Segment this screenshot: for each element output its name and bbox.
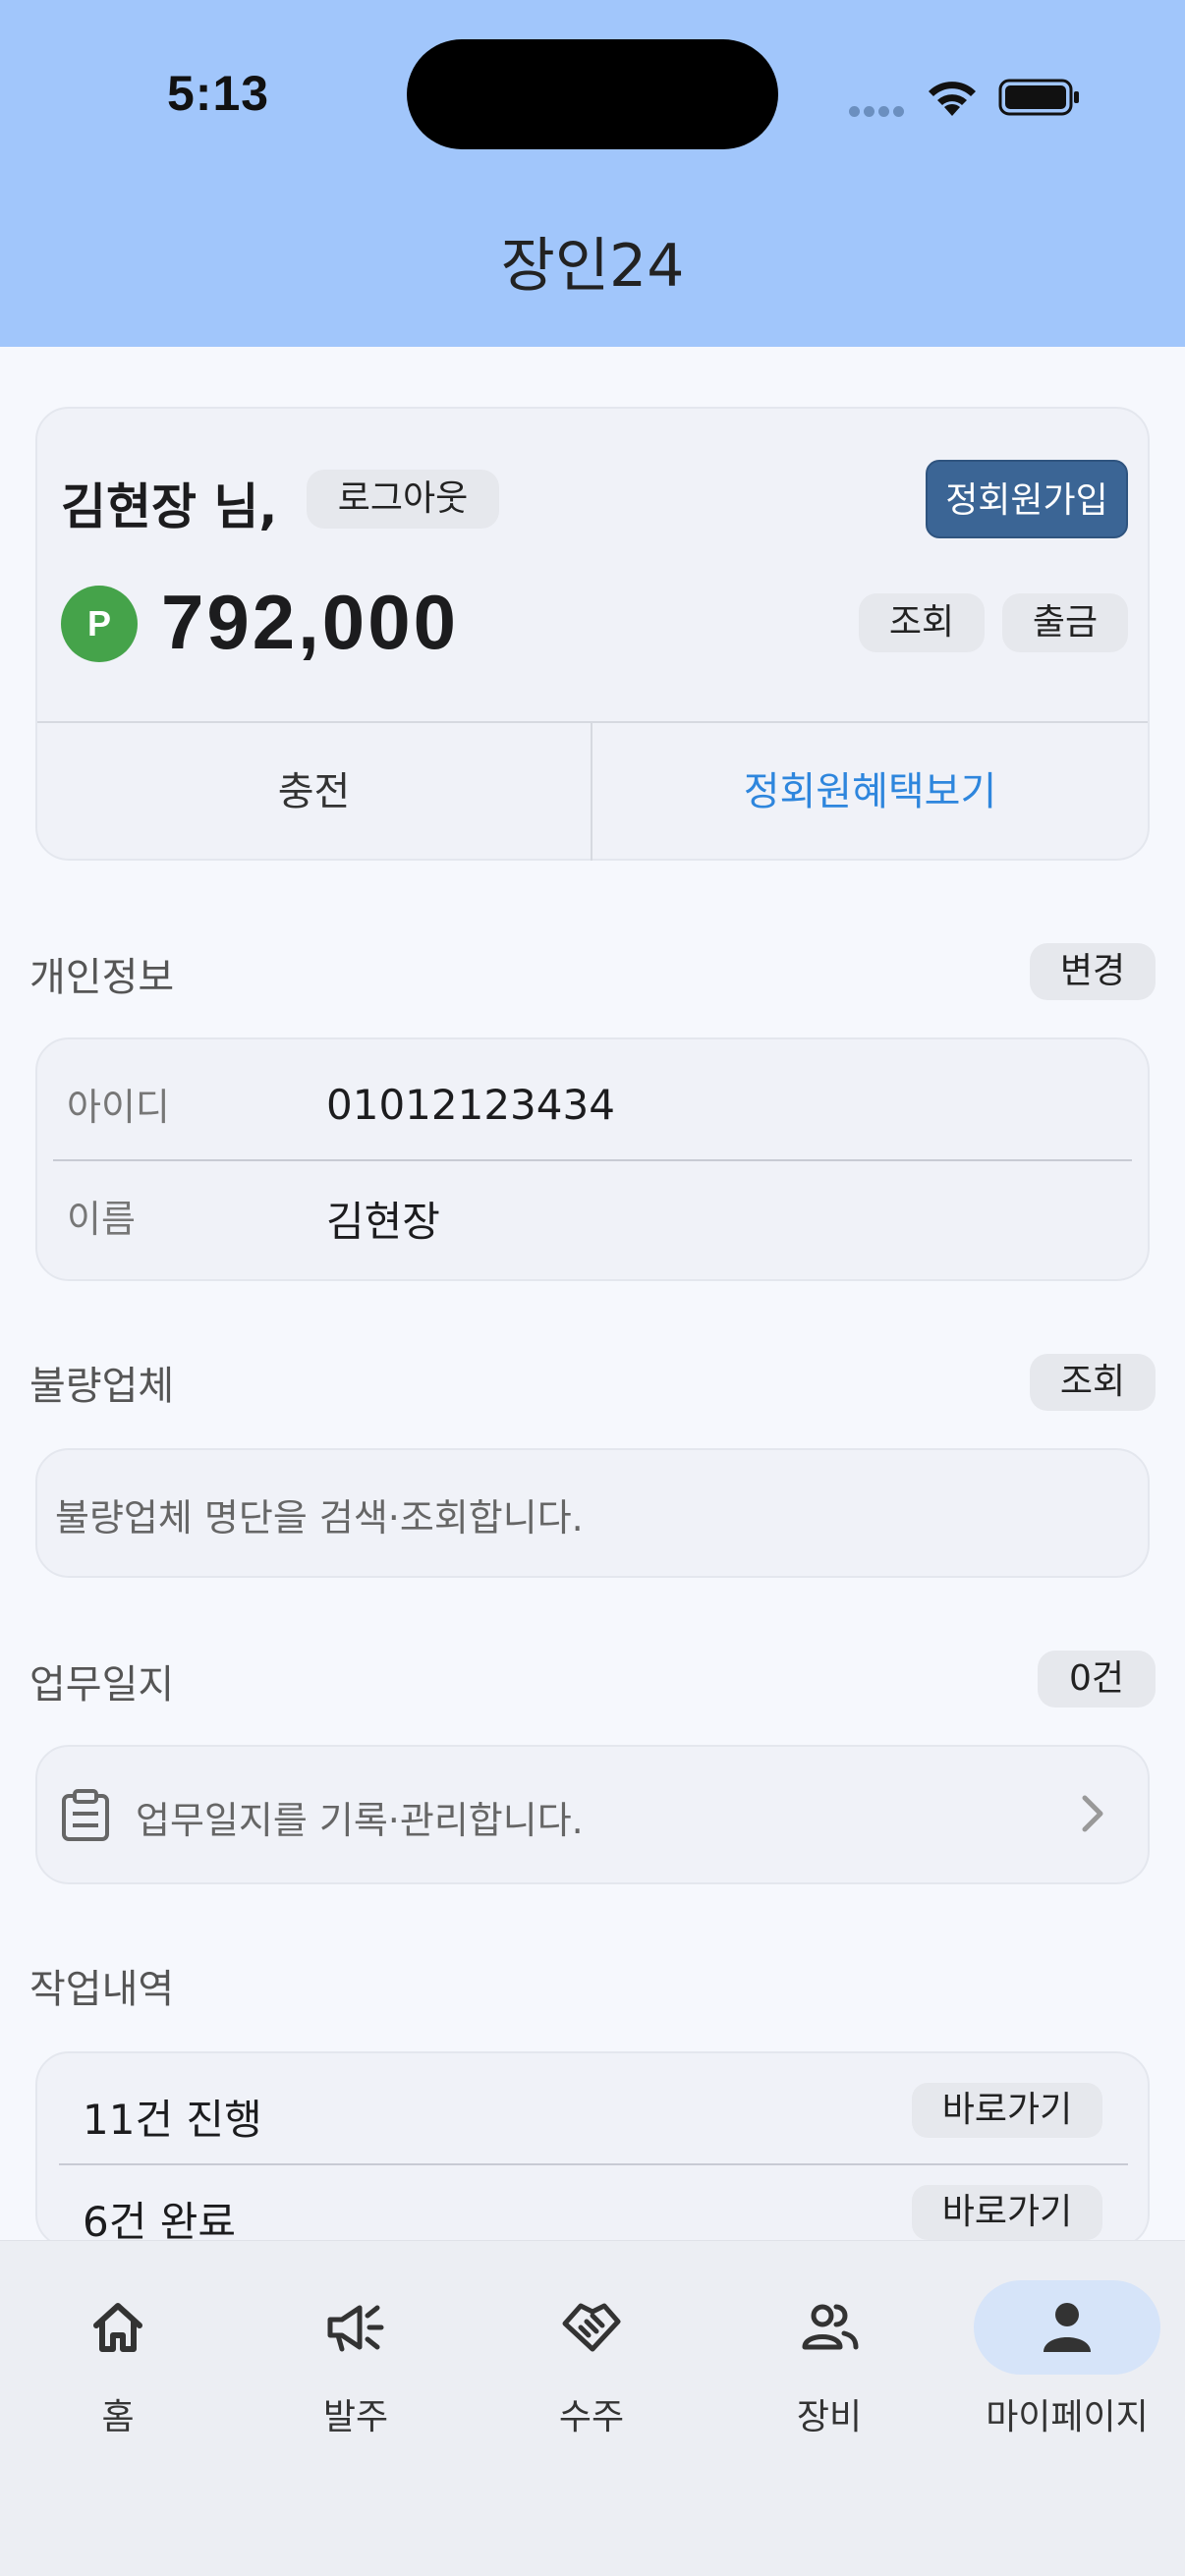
- bad-companies-view-button[interactable]: 조회: [1030, 1354, 1156, 1411]
- id-label: 아이디: [67, 1086, 170, 1129]
- person-icon: [1044, 2303, 1091, 2352]
- personal-info-title: 개인정보: [29, 955, 175, 1000]
- charge-button[interactable]: 충전: [37, 723, 592, 861]
- bad-companies-title: 불량업체: [29, 1364, 175, 1409]
- personal-info-card: 아이디 01012123434 이름 김현장: [35, 1037, 1150, 1281]
- dynamic-island: [407, 39, 778, 149]
- completed-goto-button[interactable]: 바로가기: [912, 2185, 1102, 2240]
- nav-label-contract: 수주: [558, 2397, 625, 2437]
- nav-item-equipment[interactable]: 장비: [731, 2280, 928, 2439]
- bottom-nav: 홈 발주 수주 장비 마이페이지: [0, 2240, 1185, 2576]
- info-divider: [53, 1159, 1132, 1161]
- app-title: 장인24: [500, 232, 685, 301]
- header: 5:13 장인24: [0, 0, 1185, 347]
- work-log-card[interactable]: 업무일지를 기록·관리합니다.: [35, 1745, 1150, 1884]
- megaphone-icon: [327, 2305, 384, 2352]
- id-value: 01012123434: [326, 1081, 615, 1129]
- work-log-count-badge: 0건: [1038, 1651, 1156, 1708]
- regular-member-signup-button[interactable]: 정회원가입: [926, 460, 1128, 538]
- nav-item-home[interactable]: 홈: [20, 2280, 216, 2439]
- name-label: 이름: [67, 1198, 136, 1241]
- group-icon: [802, 2304, 859, 2350]
- name-value: 김현장: [326, 1198, 440, 1246]
- points-withdraw-button[interactable]: 출금: [1002, 593, 1128, 652]
- cellular-signal-icon: [849, 102, 908, 121]
- handshake-icon: [562, 2303, 621, 2352]
- nav-item-order[interactable]: 발주: [257, 2280, 454, 2439]
- work-divider: [59, 2163, 1128, 2165]
- in-progress-goto-button[interactable]: 바로가기: [912, 2083, 1102, 2138]
- nav-label-order: 발주: [322, 2397, 389, 2437]
- status-time: 5:13: [167, 66, 270, 121]
- nav-label-home: 홈: [101, 2397, 135, 2437]
- points-view-button[interactable]: 조회: [859, 593, 985, 652]
- chevron-right-icon: [1082, 1795, 1103, 1832]
- nav-label-equipment: 장비: [796, 2397, 863, 2437]
- bad-companies-description: 불량업체 명단을 검색·조회합니다.: [55, 1496, 584, 1540]
- battery-icon: [998, 79, 1079, 116]
- work-history-title: 작업내역: [29, 1967, 175, 2012]
- bad-companies-card[interactable]: 불량업체 명단을 검색·조회합니다.: [35, 1448, 1150, 1578]
- work-log-description: 업무일지를 기록·관리합니다.: [136, 1799, 584, 1842]
- home-icon: [93, 2303, 142, 2352]
- clipboard-icon: [62, 1789, 109, 1841]
- in-progress-count: 11건 진행: [83, 2096, 262, 2144]
- work-history-card: 11건 진행 바로가기 6건 완료 바로가기: [35, 2051, 1150, 2248]
- logout-button[interactable]: 로그아웃: [307, 470, 499, 529]
- work-log-title: 업무일지: [29, 1662, 175, 1708]
- personal-info-edit-button[interactable]: 변경: [1030, 943, 1156, 1000]
- account-card: 김현장 님, 로그아웃 정회원가입 P 792,000 조회 출금 충전 정회원…: [35, 407, 1150, 861]
- member-benefits-button[interactable]: 정회원혜택보기: [592, 723, 1148, 861]
- nav-item-mypage[interactable]: 마이페이지: [969, 2280, 1165, 2439]
- nav-item-contract[interactable]: 수주: [493, 2280, 690, 2439]
- point-icon: P: [61, 586, 138, 662]
- wifi-icon: [929, 82, 976, 116]
- nav-label-mypage: 마이페이지: [986, 2397, 1149, 2437]
- point-balance: 792,000: [161, 579, 459, 665]
- user-greeting: 김현장 님,: [61, 478, 278, 535]
